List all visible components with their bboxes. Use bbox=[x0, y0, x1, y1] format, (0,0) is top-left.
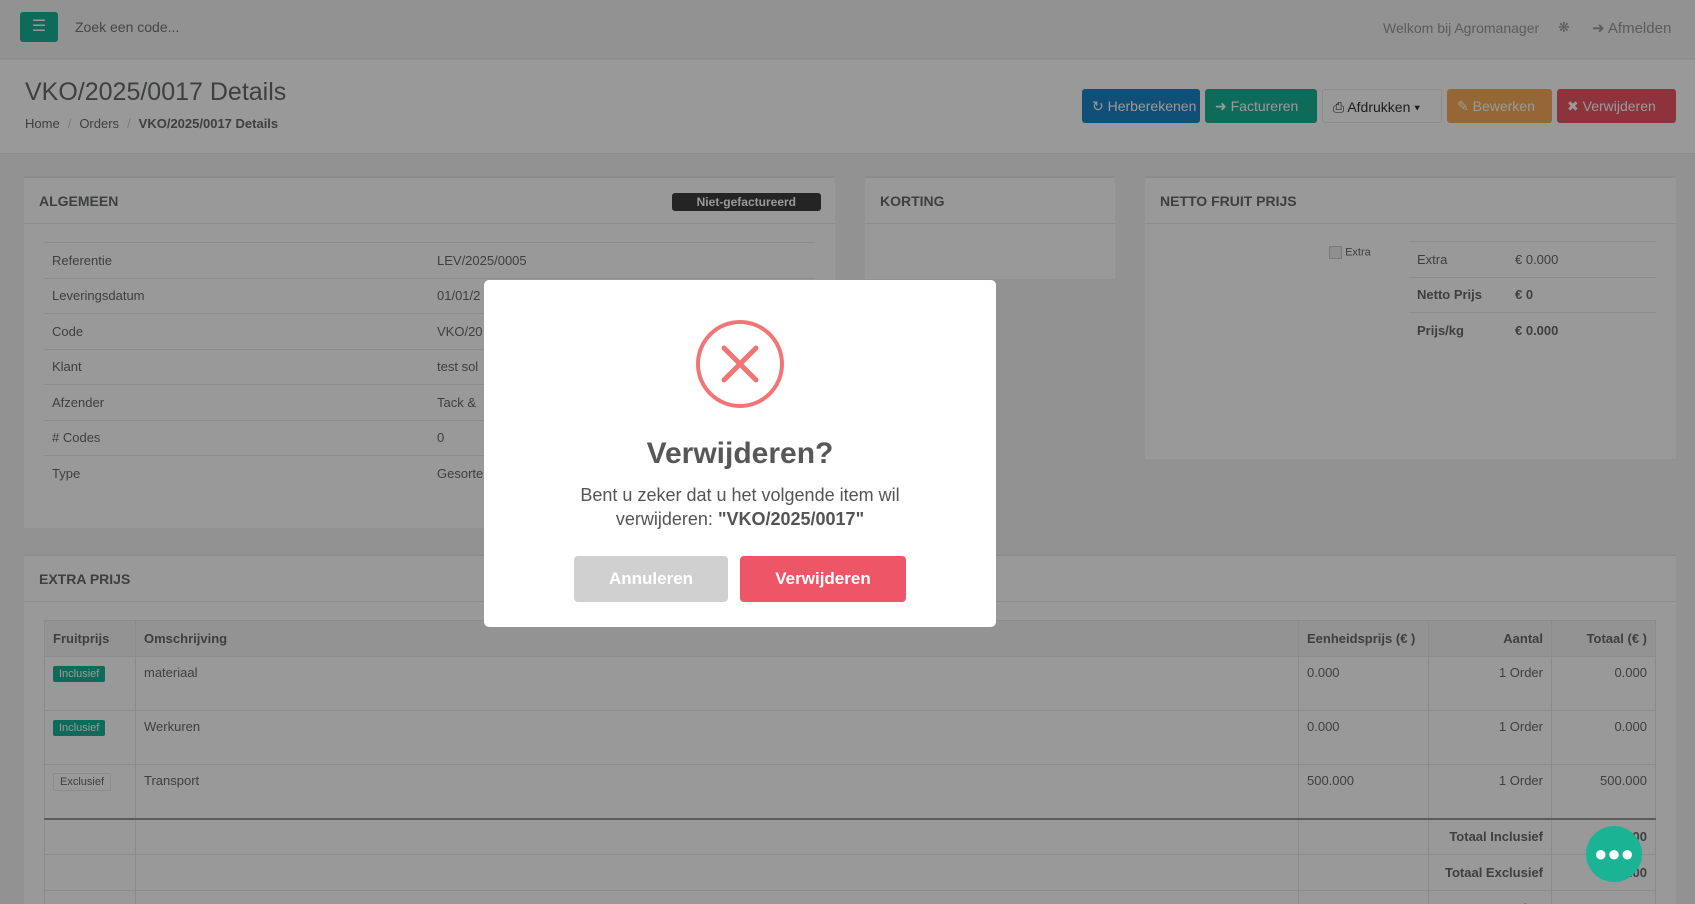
delete-confirm-dialog: Verwijderen? Bent u zeker dat u het volg… bbox=[484, 280, 996, 627]
cancel-button[interactable]: Annuleren bbox=[574, 556, 728, 602]
dialog-item-code: "VKO/2025/0017" bbox=[717, 509, 865, 529]
dialog-title: Verwijderen? bbox=[646, 437, 834, 470]
error-x-icon bbox=[696, 320, 784, 408]
dialog-message: Bent u zeker dat u het volgende item wil… bbox=[544, 483, 936, 531]
confirm-delete-button[interactable]: Verwijderen bbox=[740, 556, 906, 602]
chat-widget-button[interactable]: ●●● bbox=[1586, 826, 1642, 882]
chat-icon: ●●● bbox=[1594, 841, 1634, 866]
